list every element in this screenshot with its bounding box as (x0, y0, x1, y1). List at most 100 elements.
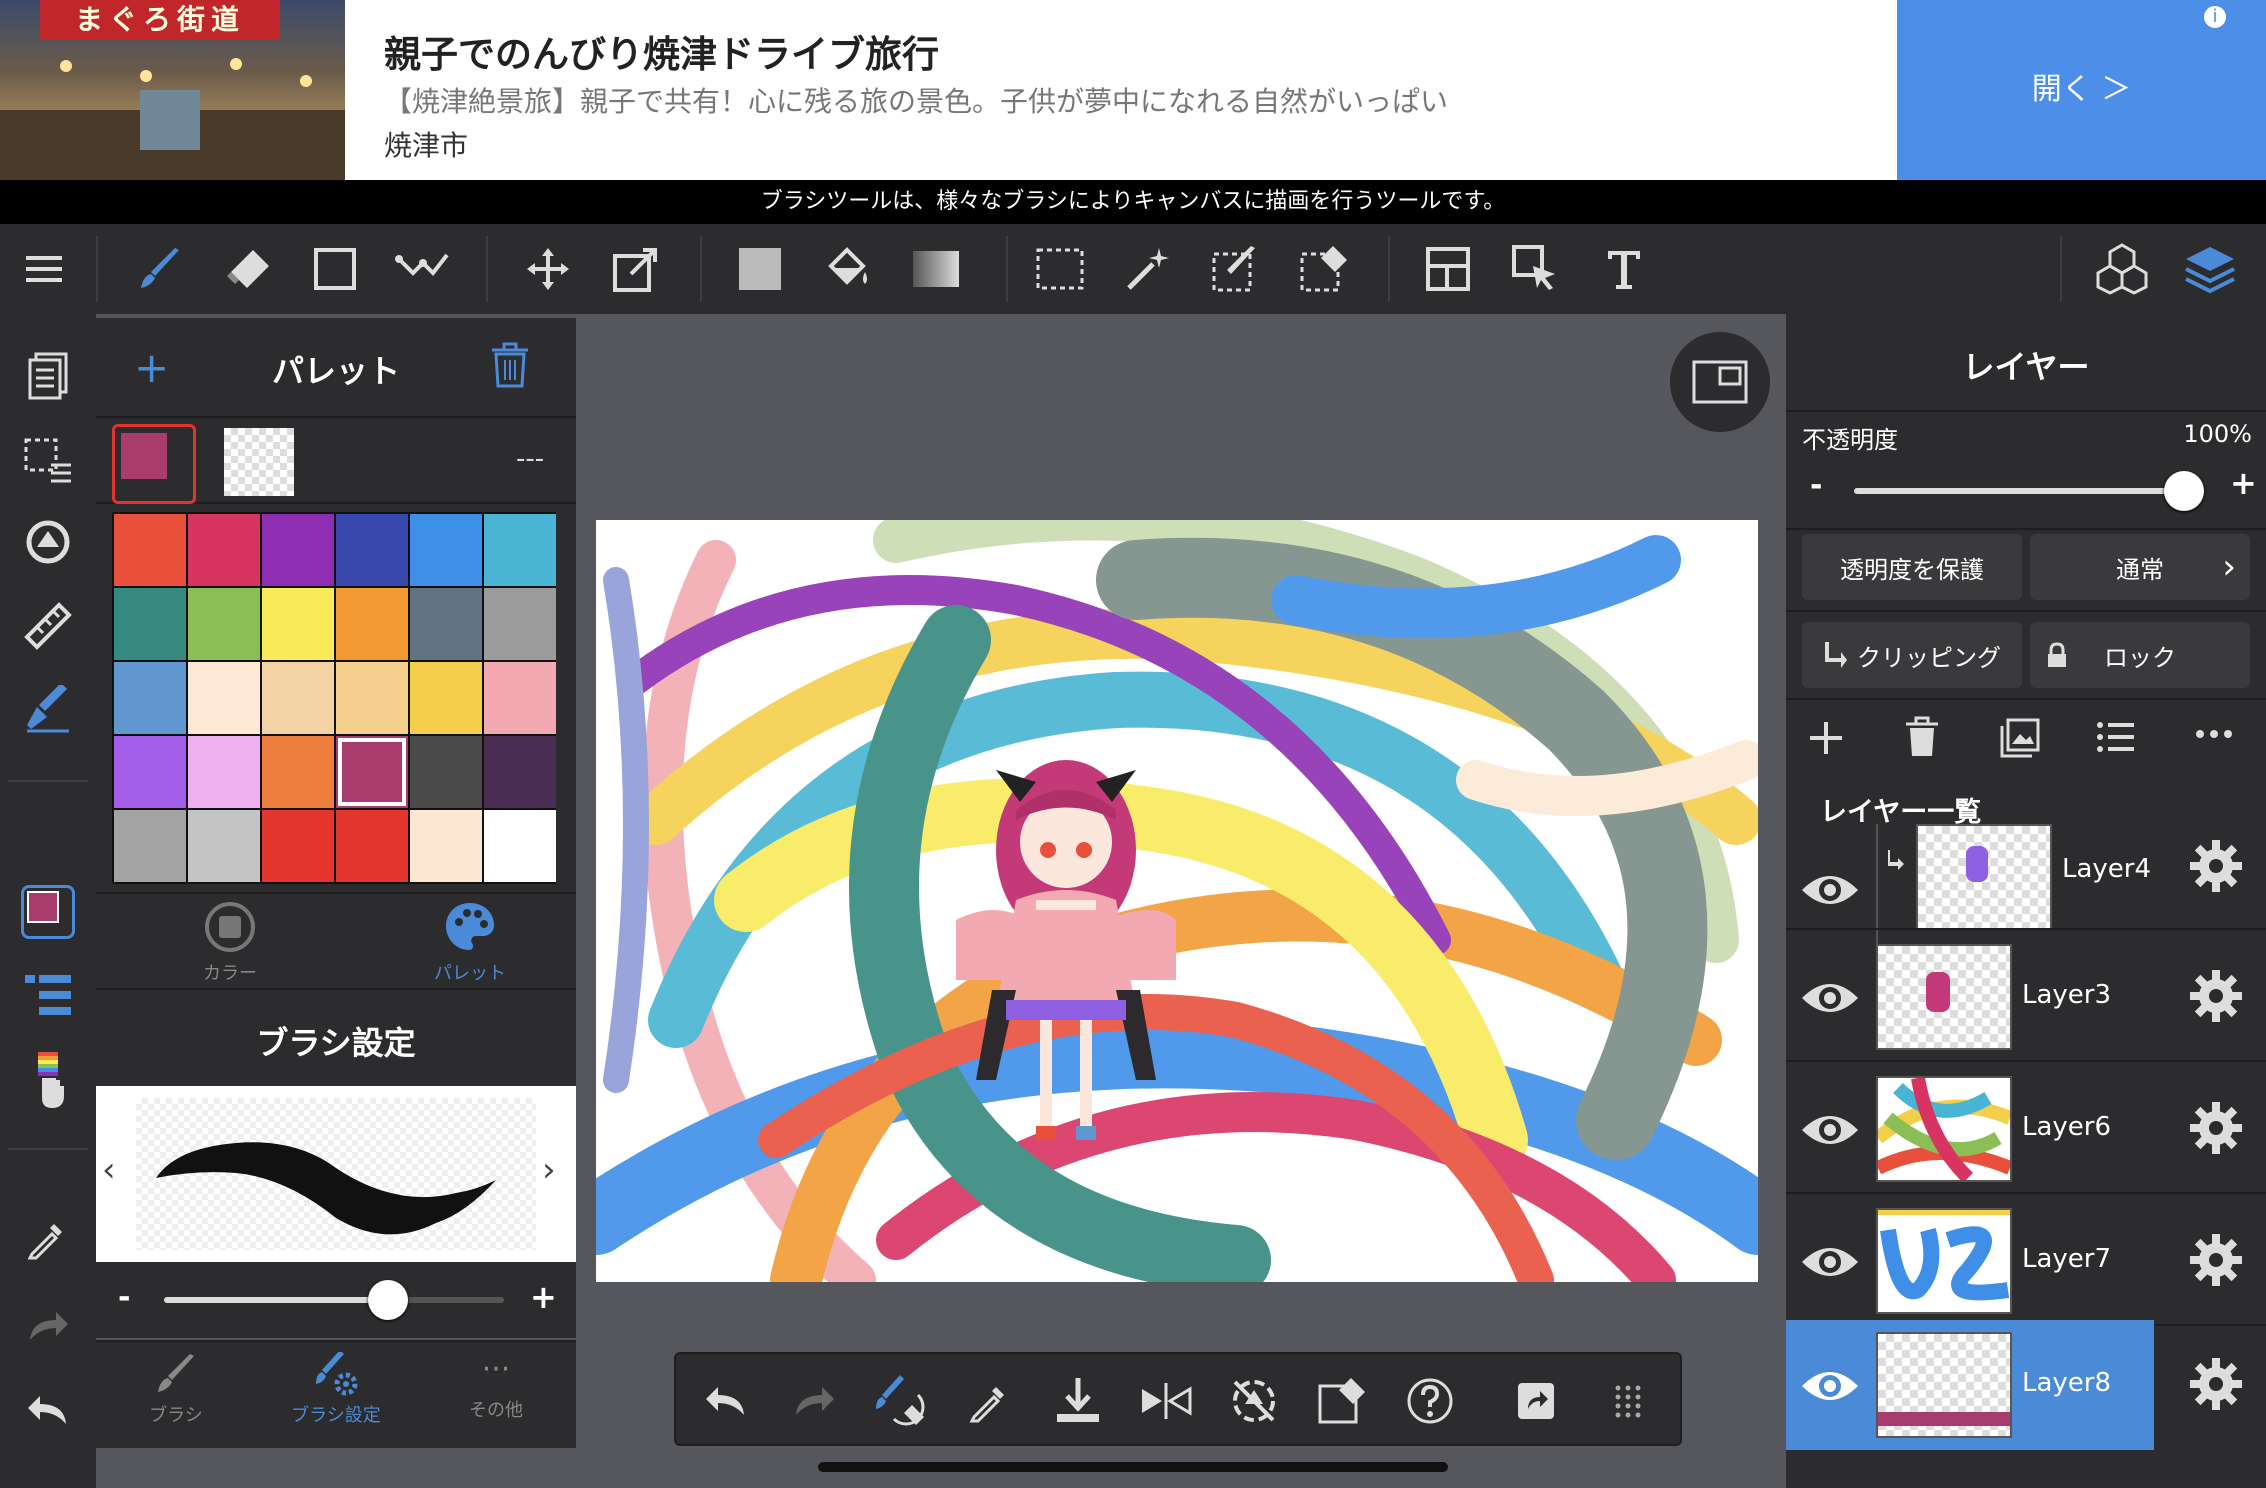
visibility-eye-icon[interactable] (1800, 1232, 1860, 1292)
visibility-eye-icon[interactable] (1800, 1356, 1860, 1416)
palette-color-swatch[interactable] (114, 588, 186, 660)
operation-tool-icon[interactable] (1506, 239, 1566, 299)
palette-color-swatch[interactable] (484, 810, 556, 882)
undo-icon[interactable] (18, 1380, 78, 1440)
palette-color-swatch[interactable] (262, 810, 334, 882)
correction-tool-icon[interactable] (393, 239, 453, 299)
ad-subtitle[interactable]: 【焼津絶景旅】親子で共有！心に残る旅の景色。子供が夢中になれる自然がいっぱい (384, 80, 1448, 120)
ad-title[interactable]: 親子でのんびり焼津ドライブ旅行 (384, 24, 939, 78)
snap-pen-icon[interactable] (18, 680, 78, 740)
palette-color-swatch[interactable] (484, 514, 556, 586)
layer-row-layer3[interactable]: Layer3 (1786, 932, 2266, 1062)
move-tool-icon[interactable] (518, 239, 578, 299)
select-pen-tool-icon[interactable] (1206, 239, 1266, 299)
delete-layer-icon[interactable] (1904, 716, 1940, 762)
layer-menu-list-icon[interactable] (2096, 720, 2136, 758)
layer-row-layer8[interactable]: Layer8 (1786, 1320, 2154, 1450)
ad-close-icon[interactable]: ✕ (2238, 2, 2260, 32)
select-eraser-tool-icon[interactable] (1294, 239, 1354, 299)
shape-tool-icon[interactable] (305, 239, 365, 299)
visibility-eye-icon[interactable] (1800, 968, 1860, 1028)
palette-slot-selected[interactable] (112, 424, 196, 504)
brush-prev-icon[interactable]: ‹ (102, 1150, 116, 1190)
palette-color-swatch[interactable] (188, 810, 260, 882)
palette-color-swatch[interactable] (114, 662, 186, 734)
brush-next-icon[interactable]: › (542, 1150, 556, 1190)
tab-brush[interactable]: ブラシ (96, 1352, 256, 1427)
eyedropper-icon[interactable] (18, 1208, 78, 1268)
palette-color-swatch[interactable] (336, 736, 408, 808)
help-icon[interactable] (1400, 1371, 1460, 1431)
brush-size-plus[interactable]: + (530, 1278, 557, 1316)
eyedropper-icon[interactable] (960, 1371, 1020, 1431)
tab-brush-settings[interactable]: ブラシ設定 (256, 1350, 416, 1427)
share-icon[interactable] (1506, 1371, 1566, 1431)
tab-color[interactable]: カラー (150, 900, 310, 985)
transform-tool-icon[interactable] (606, 239, 666, 299)
palette-color-swatch[interactable] (410, 736, 482, 808)
layer-settings-gear-icon[interactable] (2188, 1100, 2244, 1156)
palette-color-swatch[interactable] (410, 662, 482, 734)
palette-color-swatch[interactable] (484, 736, 556, 808)
palette-color-swatch[interactable] (262, 736, 334, 808)
protect-alpha-button[interactable]: 透明度を保護 (1802, 534, 2022, 600)
brush-size-minus[interactable]: - (118, 1280, 130, 1315)
ruler-icon[interactable] (18, 596, 78, 656)
brush-size-track[interactable] (164, 1280, 504, 1320)
palette-color-swatch[interactable] (188, 588, 260, 660)
menu-icon[interactable] (14, 239, 74, 299)
opacity-plus[interactable]: + (2230, 464, 2257, 502)
layer-settings-gear-icon[interactable] (2188, 1356, 2244, 1412)
palette-color-swatch[interactable] (336, 514, 408, 586)
brush-tool-icon[interactable] (130, 239, 190, 299)
palette-color-swatch[interactable] (336, 810, 408, 882)
page-manager-icon[interactable] (18, 346, 78, 406)
magic-wand-tool-icon[interactable] (1118, 239, 1178, 299)
layer-settings-gear-icon[interactable] (2188, 838, 2244, 894)
add-layer-icon[interactable] (1806, 718, 1846, 762)
visibility-eye-icon[interactable] (1800, 860, 1860, 920)
palette-slot-transparent[interactable] (224, 428, 294, 496)
flip-horizontal-icon[interactable] (1136, 1371, 1196, 1431)
palette-color-swatch[interactable] (188, 736, 260, 808)
rotate-canvas-icon[interactable] (18, 512, 78, 572)
tab-palette[interactable]: パレット (390, 900, 550, 985)
layer-settings-gear-icon[interactable] (2188, 968, 2244, 1024)
drawing-canvas[interactable] (596, 520, 1758, 1282)
save-download-icon[interactable] (1048, 1371, 1108, 1431)
palette-color-swatch[interactable] (114, 736, 186, 808)
eraser-tool-icon[interactable] (218, 239, 278, 299)
lock-button[interactable]: ロック (2030, 622, 2250, 688)
palette-color-swatch[interactable] (484, 662, 556, 734)
materials-icon[interactable] (2092, 239, 2152, 299)
palette-color-swatch[interactable] (262, 588, 334, 660)
rotate-reset-icon[interactable] (1224, 1371, 1284, 1431)
grid-menu-icon[interactable] (1598, 1371, 1658, 1431)
palette-color-swatch[interactable] (410, 810, 482, 882)
palette-color-swatch[interactable] (188, 514, 260, 586)
selection-layer-icon[interactable] (18, 430, 78, 490)
palette-more[interactable]: --- (516, 444, 544, 474)
brush-eraser-toggle-icon[interactable] (872, 1371, 932, 1431)
palette-color-swatch[interactable] (410, 514, 482, 586)
layer-list-icon[interactable] (18, 964, 78, 1024)
palette-color-swatch[interactable] (484, 588, 556, 660)
ad-info-icon[interactable]: i (2202, 4, 2228, 30)
color-dropper-finger-icon[interactable] (18, 1050, 78, 1110)
palette-color-swatch[interactable] (410, 588, 482, 660)
palette-color-swatch[interactable] (336, 662, 408, 734)
text-tool-icon[interactable] (1594, 239, 1654, 299)
bucket-tool-icon[interactable] (818, 239, 878, 299)
palette-color-swatch[interactable] (114, 810, 186, 882)
trash-icon[interactable] (488, 340, 532, 394)
layer-row-layer7[interactable]: Layer7 (1786, 1196, 2266, 1326)
opacity-minus[interactable]: - (1810, 468, 1822, 503)
clear-layer-icon[interactable] (1312, 1371, 1372, 1431)
layer-row-layer6[interactable]: Layer6 (1786, 1064, 2266, 1194)
ad-location[interactable]: 焼津市 (384, 124, 468, 164)
fill-rect-tool-icon[interactable] (730, 239, 790, 299)
frame-divider-tool-icon[interactable] (1418, 239, 1478, 299)
redo-icon[interactable] (784, 1371, 844, 1431)
visibility-eye-icon[interactable] (1800, 1100, 1860, 1160)
select-rect-tool-icon[interactable] (1030, 239, 1090, 299)
